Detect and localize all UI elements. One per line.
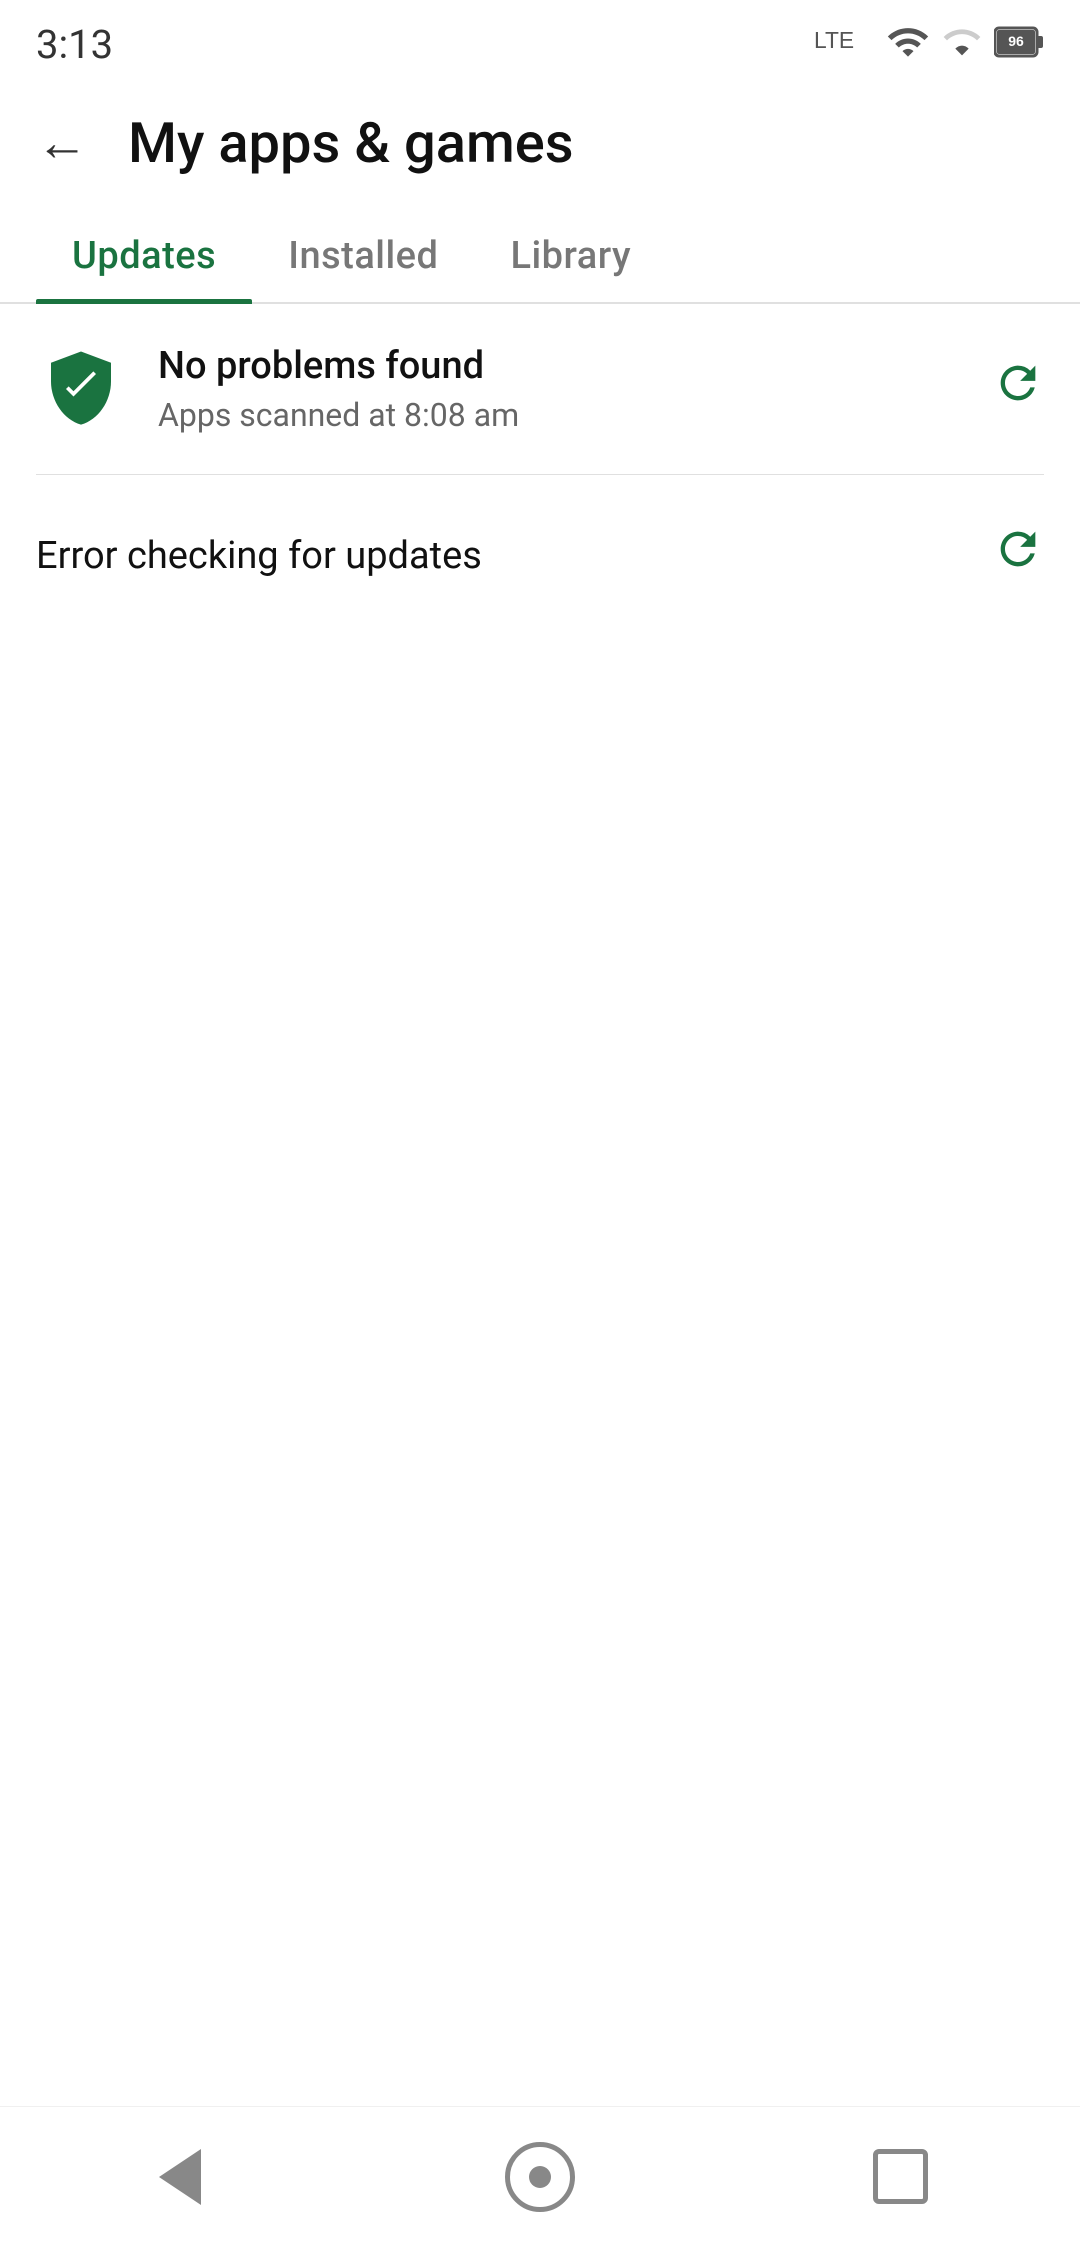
tab-library[interactable]: Library	[474, 206, 667, 302]
page-title: My apps & games	[128, 110, 574, 176]
status-icons: LTE 96	[814, 20, 1044, 68]
nav-recents-icon	[873, 2149, 928, 2204]
signal-icon	[942, 20, 982, 68]
security-subtitle: Apps scanned at 8:08 am	[158, 396, 960, 434]
tab-installed[interactable]: Installed	[252, 206, 474, 302]
content-area: No problems found Apps scanned at 8:08 a…	[0, 304, 1080, 636]
svg-text:96: 96	[1008, 33, 1024, 49]
navigation-bar	[0, 2106, 1080, 2246]
error-refresh-button[interactable]	[992, 523, 1044, 588]
error-message: Error checking for updates	[36, 534, 482, 578]
nav-back-button[interactable]	[130, 2127, 230, 2227]
security-row: No problems found Apps scanned at 8:08 a…	[0, 304, 1080, 474]
tab-bar: Updates Installed Library	[0, 206, 1080, 304]
nav-back-icon	[159, 2149, 201, 2205]
header: ← My apps & games	[0, 80, 1080, 206]
nav-home-icon	[505, 2142, 575, 2212]
shield-icon	[36, 344, 126, 434]
error-row: Error checking for updates	[0, 475, 1080, 636]
lte-icon: LTE	[814, 23, 874, 66]
security-refresh-button[interactable]	[992, 357, 1044, 422]
wifi-icon	[886, 20, 930, 68]
nav-recents-button[interactable]	[850, 2127, 950, 2227]
svg-text:LTE: LTE	[814, 27, 854, 53]
battery-icon: 96	[994, 24, 1044, 64]
back-button[interactable]: ←	[36, 117, 88, 169]
security-info: No problems found Apps scanned at 8:08 a…	[158, 344, 960, 434]
status-time: 3:13	[36, 21, 113, 68]
tab-updates[interactable]: Updates	[36, 206, 252, 302]
security-title: No problems found	[158, 344, 960, 388]
status-bar: 3:13 LTE 96	[0, 0, 1080, 80]
nav-home-button[interactable]	[490, 2127, 590, 2227]
